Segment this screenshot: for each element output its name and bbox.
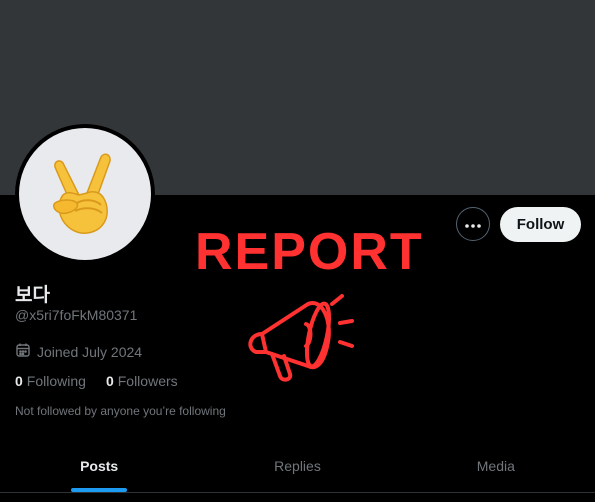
- calendar-icon: [15, 342, 31, 361]
- more-dots-icon: [465, 215, 481, 233]
- follow-stats: 0 Following 0 Followers: [15, 373, 178, 389]
- report-overlay-text: REPORT: [195, 223, 424, 281]
- tab-label: Replies: [274, 458, 321, 474]
- joined-label: Joined July 2024: [37, 343, 143, 360]
- tab-replies[interactable]: Replies: [198, 440, 396, 492]
- mutual-followers-note: Not followed by anyone you’re following: [15, 404, 226, 418]
- more-options-button[interactable]: [456, 207, 490, 241]
- tab-label: Posts: [80, 458, 119, 474]
- following-count: 0: [15, 373, 23, 389]
- megaphone-icon: [236, 290, 356, 391]
- profile-page: Follow REPORT 보다 @x5ri7foFkM80371 Joined…: [0, 0, 595, 502]
- avatar[interactable]: [15, 124, 155, 264]
- followers-label: Followers: [117, 373, 178, 389]
- followers-count: 0: [105, 373, 114, 389]
- victory-hand-icon: [47, 151, 123, 237]
- tabs-divider: [0, 492, 595, 493]
- display-name: 보다: [15, 284, 50, 306]
- joined-date: Joined July 2024: [15, 342, 142, 361]
- follow-button[interactable]: Follow: [500, 207, 581, 242]
- following-label: Following: [26, 373, 86, 389]
- profile-tabs: Posts Replies Media: [0, 440, 595, 492]
- following-link[interactable]: 0 Following: [15, 373, 86, 389]
- followers-link[interactable]: 0 Followers: [106, 373, 178, 389]
- username-handle: @x5ri7foFkM80371: [15, 307, 138, 323]
- avatar-image: [19, 128, 151, 260]
- tab-label: Media: [476, 458, 515, 474]
- tab-posts[interactable]: Posts: [0, 440, 198, 492]
- tab-media[interactable]: Media: [397, 440, 595, 492]
